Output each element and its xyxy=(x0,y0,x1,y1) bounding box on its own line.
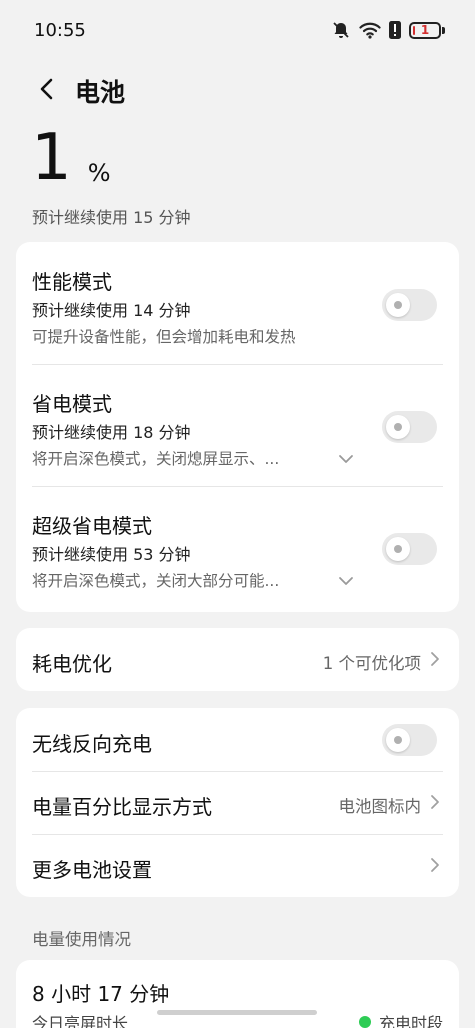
home-indicator[interactable] xyxy=(157,1010,317,1015)
mode-row-super-power-saving[interactable]: 超级省电模式 预计继续使用 53 分钟 将开启深色模式，关闭大部分可能... xyxy=(16,486,459,608)
row-label: 无线反向充电 xyxy=(32,732,152,756)
mode-description: 将开启深色模式，关闭熄屏显示、... xyxy=(32,450,280,468)
mode-description: 可提升设备性能，但会增加耗电和发热 xyxy=(32,328,296,346)
chevron-down-icon[interactable] xyxy=(337,450,355,468)
battery-percentage-value: 1 xyxy=(31,121,72,195)
wifi-icon xyxy=(359,21,381,39)
row-value: 1 个可优化项 xyxy=(322,654,421,673)
row-label: 电量百分比显示方式 xyxy=(32,795,212,819)
mode-title: 性能模式 xyxy=(32,270,112,294)
super-power-saving-mode-toggle[interactable] xyxy=(382,533,437,565)
usage-section-label: 电量使用情况 xyxy=(32,930,131,949)
back-arrow-icon[interactable] xyxy=(34,76,60,102)
performance-mode-toggle[interactable] xyxy=(382,289,437,321)
charging-legend-dot xyxy=(358,1016,371,1028)
battery-time-estimate: 预计继续使用 15 分钟 xyxy=(32,208,191,227)
battery-level: 1 % xyxy=(31,123,111,193)
row-value: 电池图标内 xyxy=(338,797,422,816)
status-icons: 1 xyxy=(331,18,445,42)
mode-estimate: 预计继续使用 18 分钟 xyxy=(32,423,191,442)
page-title: 电池 xyxy=(75,78,126,107)
battery-icon: 1 xyxy=(409,21,445,39)
chevron-right-icon xyxy=(429,650,441,668)
mode-row-power-saving[interactable]: 省电模式 预计继续使用 18 分钟 将开启深色模式，关闭熄屏显示、... xyxy=(16,364,459,486)
reverse-charging-toggle[interactable] xyxy=(382,724,437,756)
page-header: 电池 xyxy=(0,62,475,116)
mode-description: 将开启深色模式，关闭大部分可能... xyxy=(32,572,280,590)
settings-card: 无线反向充电 电量百分比显示方式 电池图标内 更多电池设置 xyxy=(16,708,459,897)
optimization-card: 耗电优化 1 个可优化项 xyxy=(16,628,459,691)
power-saving-mode-toggle[interactable] xyxy=(382,411,437,443)
modes-card: 性能模式 预计继续使用 14 分钟 可提升设备性能，但会增加耗电和发热 省电模式… xyxy=(16,242,459,612)
more-battery-settings-row[interactable]: 更多电池设置 xyxy=(16,834,459,897)
status-bar: 10:55 1 xyxy=(0,0,475,60)
chevron-right-icon xyxy=(429,793,441,811)
usage-card[interactable]: 8 小时 17 分钟 今日亮屏时长 充电时段 xyxy=(16,960,459,1028)
row-label: 更多电池设置 xyxy=(32,858,152,882)
screen-on-duration: 8 小时 17 分钟 xyxy=(32,982,170,1006)
screen-on-label: 今日亮屏时长 xyxy=(32,1014,129,1028)
mode-estimate: 预计继续使用 53 分钟 xyxy=(32,545,191,564)
charging-legend-label: 充电时段 xyxy=(378,1014,443,1028)
power-optimization-row[interactable]: 耗电优化 1 个可优化项 xyxy=(16,628,459,691)
mode-title: 省电模式 xyxy=(32,392,112,416)
battery-level-text: 1 xyxy=(409,21,441,39)
status-time: 10:55 xyxy=(34,20,86,41)
charging-legend: 充电时段 xyxy=(358,1010,443,1028)
mode-row-performance[interactable]: 性能模式 预计继续使用 14 分钟 可提升设备性能，但会增加耗电和发热 xyxy=(16,242,459,364)
chevron-right-icon xyxy=(429,856,441,874)
alert-icon xyxy=(389,20,401,40)
battery-percentage-display-row[interactable]: 电量百分比显示方式 电池图标内 xyxy=(16,771,459,834)
chevron-down-icon[interactable] xyxy=(337,572,355,590)
mode-estimate: 预计继续使用 14 分钟 xyxy=(32,301,191,320)
row-label: 耗电优化 xyxy=(32,652,112,676)
reverse-charging-row[interactable]: 无线反向充电 xyxy=(16,708,459,771)
mode-title: 超级省电模式 xyxy=(32,514,152,538)
bell-off-icon xyxy=(331,20,351,40)
battery-percentage-unit: % xyxy=(87,159,111,187)
